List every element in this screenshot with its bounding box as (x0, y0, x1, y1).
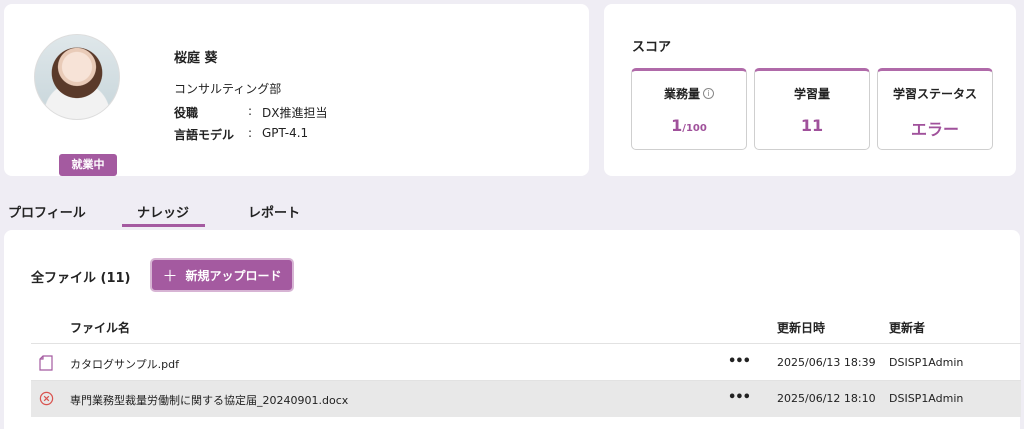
model-value: GPT-4.1 (262, 126, 309, 140)
table-row[interactable]: 専門業務型裁量労働制に関する協定届_20240901.docx ••• 2025… (31, 381, 1021, 417)
file-user: DSISP1Admin (889, 392, 964, 405)
learning-value: 11 (800, 116, 824, 135)
role-separator: : (248, 104, 253, 118)
learning-status-label: 学習ステータス (892, 87, 977, 101)
active-tab-indicator (122, 224, 205, 227)
upload-button[interactable]: ＋ 新規アップロード (150, 258, 294, 292)
role-value: DX推進担当 (262, 106, 328, 120)
more-options-icon[interactable]: ••• (728, 354, 751, 369)
role-row: 役職 : DX推進担当 (174, 104, 327, 121)
model-row: 言語モデル : GPT-4.1 (174, 126, 308, 143)
file-name[interactable]: カタログサンプル.pdf (70, 356, 179, 372)
profile-name: 桜庭 葵 (174, 51, 218, 66)
file-user: DSISP1Admin (889, 356, 964, 369)
file-date: 2025/06/12 18:10 (777, 392, 876, 405)
avatar (34, 34, 120, 120)
score-title: スコア (632, 40, 672, 55)
learning-status-value: エラー (910, 120, 959, 139)
role-label: 役職 (174, 106, 199, 120)
score-learning-status: 学習ステータス エラー (877, 68, 993, 150)
plus-icon: ＋ (162, 266, 178, 285)
model-separator: : (248, 126, 253, 140)
tab-profile[interactable]: プロフィール (8, 202, 86, 221)
learning-label: 学習量 (793, 87, 830, 101)
table-row[interactable]: カタログサンプル.pdf ••• 2025/06/13 18:39 DSISP1… (31, 345, 1021, 381)
status-badge: 就業中 (59, 154, 117, 176)
file-date: 2025/06/13 18:39 (777, 356, 876, 369)
table-divider (31, 343, 1021, 344)
file-name[interactable]: 専門業務型裁量労働制に関する協定届_20240901.docx (70, 392, 348, 408)
document-icon (39, 355, 53, 371)
files-title: 全ファイル (11) (31, 271, 131, 286)
tab-report[interactable]: レポート (248, 202, 300, 221)
column-header-user[interactable]: 更新者 (889, 319, 925, 336)
info-icon[interactable]: i (703, 88, 714, 99)
column-header-date[interactable]: 更新日時 (777, 319, 825, 336)
more-options-icon[interactable]: ••• (728, 390, 751, 405)
avatar-area: 就業中 (34, 34, 124, 176)
tasks-label: 業務量 (663, 87, 700, 101)
profile-card: 就業中 桜庭 葵 コンサルティング部 役職 : DX推進担当 言語モデル : G… (4, 4, 589, 176)
score-learning: 学習量 11 (754, 68, 870, 150)
column-header-name[interactable]: ファイル名 (70, 319, 130, 336)
tab-knowledge[interactable]: ナレッジ (137, 202, 189, 221)
profile-department: コンサルティング部 (174, 82, 282, 96)
score-card: スコア 業務量 i 1/100 学習量 11 学習ステータス エラー (604, 4, 1016, 176)
tasks-suffix: /100 (682, 123, 707, 134)
upload-button-label: 新規アップロード (185, 268, 282, 283)
files-card: 全ファイル (11) ＋ 新規アップロード ファイル名 更新日時 更新者 カタロ… (4, 230, 1021, 429)
model-label: 言語モデル (174, 128, 235, 142)
score-tasks: 業務量 i 1/100 (631, 68, 747, 150)
error-circle-icon (39, 391, 54, 406)
tasks-value: 1 (671, 116, 683, 135)
